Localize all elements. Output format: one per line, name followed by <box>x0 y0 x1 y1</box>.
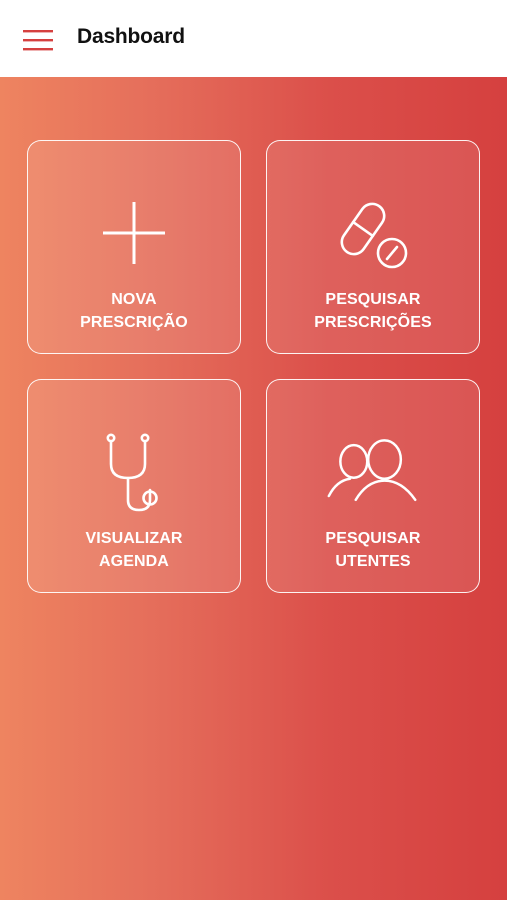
tile-label: NOVA PRESCRIÇÃO <box>80 291 188 331</box>
search-patients-tile[interactable]: PESQUISAR UTENTES <box>266 379 480 593</box>
pill-icon <box>325 185 421 281</box>
new-prescription-tile[interactable]: NOVA PRESCRIÇÃO <box>27 140 241 354</box>
search-prescriptions-tile[interactable]: PESQUISAR PRESCRIÇÕES <box>266 140 480 354</box>
menu-button[interactable] <box>16 20 60 60</box>
tile-label: PESQUISAR UTENTES <box>325 530 421 570</box>
page-title: Dashboard <box>77 25 185 48</box>
hamburger-icon <box>23 30 53 51</box>
tile-label: VISUALIZAR AGENDA <box>85 530 183 570</box>
app-bar: Dashboard <box>0 0 507 77</box>
plus-icon <box>86 185 182 281</box>
dashboard-content: NOVA PRESCRIÇÃO PESQUISAR PRESCRIÇÕES VI… <box>0 77 507 900</box>
tile-label: PESQUISAR PRESCRIÇÕES <box>314 291 432 331</box>
users-icon <box>325 424 421 520</box>
view-agenda-tile[interactable]: VISUALIZAR AGENDA <box>27 379 241 593</box>
stethoscope-icon <box>86 424 182 520</box>
